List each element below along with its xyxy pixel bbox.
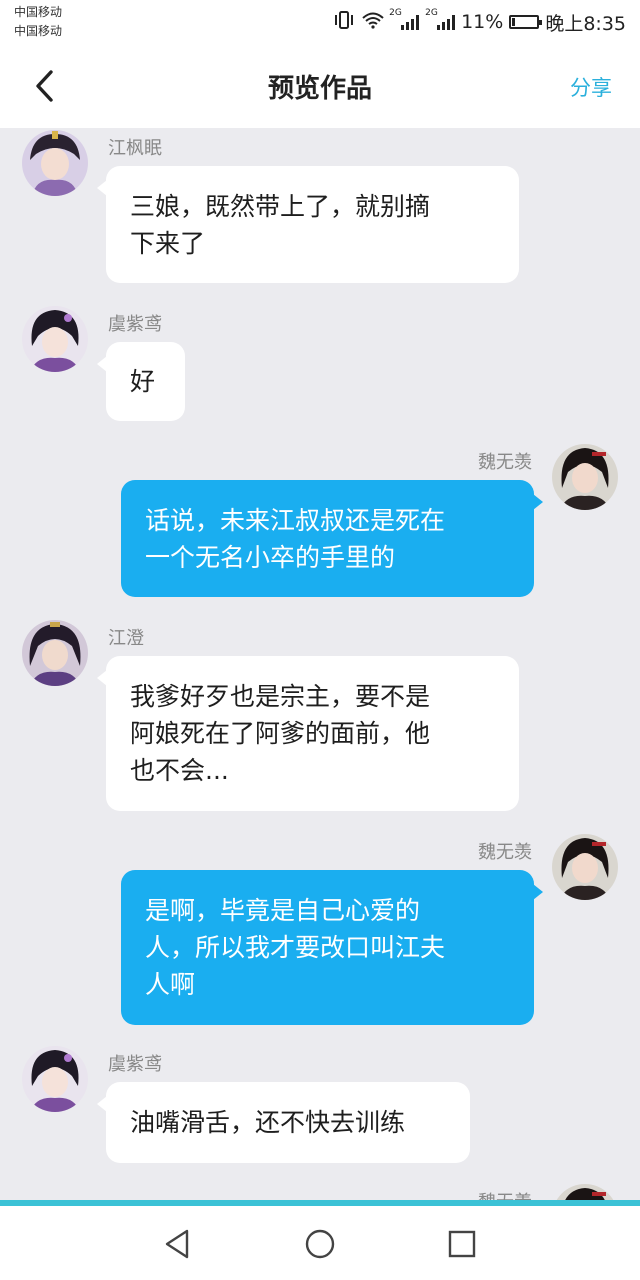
system-nav-bar bbox=[0, 1206, 640, 1280]
circle-home-icon bbox=[305, 1229, 335, 1259]
avatar-yu-ziyuan[interactable] bbox=[22, 306, 88, 372]
sender-name: 虞紫鸢 bbox=[108, 314, 162, 335]
page-title: 预览作品 bbox=[267, 74, 372, 104]
clock: 晚上8:35 bbox=[545, 12, 626, 35]
chat-list[interactable]: 江枫眠 三娘，既然带上了，就别摘 下来了 虞紫鸢 好 魏无羡 话说，未来江叔叔还… bbox=[0, 128, 640, 1200]
nav-recents-button[interactable] bbox=[444, 1226, 480, 1262]
avatar-wei-wuxian[interactable] bbox=[552, 1184, 618, 1200]
message-line: 人，所以我才要改口叫江夫 bbox=[145, 933, 446, 962]
message-line: 三娘，既然带上了，就别摘 bbox=[130, 191, 431, 221]
message-line: 好 bbox=[130, 367, 156, 396]
message-text: 话说，未来江叔叔还是死在 一个无名小卒的手里的 bbox=[145, 502, 445, 576]
nav-home-button[interactable] bbox=[302, 1226, 338, 1262]
battery-fill bbox=[512, 18, 516, 26]
message-text: 三娘，既然带上了，就别摘 下来了 bbox=[130, 188, 430, 262]
message-text: 好 bbox=[130, 363, 155, 400]
message-line: 人啊 bbox=[145, 970, 196, 999]
status-icons: 2G 2G 11% 晚上8:35 bbox=[333, 8, 626, 35]
vibrate-icon bbox=[333, 10, 355, 35]
status-bar: 中国移动 中国移动 2G 2G 11% 晚上8:35 bbox=[0, 0, 640, 46]
wifi-icon bbox=[361, 10, 385, 35]
message-bubble[interactable]: 话说，未来江叔叔还是死在 一个无名小卒的手里的 bbox=[121, 480, 543, 597]
battery-percent: 11% bbox=[461, 11, 504, 33]
nav-back-button[interactable] bbox=[160, 1226, 196, 1262]
message-bubble[interactable]: 是啊，毕竟是自己心爱的 人，所以我才要改口叫江夫 人啊 bbox=[121, 870, 543, 1025]
share-button[interactable]: 分享 bbox=[570, 72, 612, 102]
sender-name: 虞紫鸢 bbox=[108, 1054, 162, 1075]
message-line: 也不会... bbox=[130, 756, 229, 785]
message-bubble[interactable]: 我爹好歹也是宗主，要不是 阿娘死在了阿爹的面前，他 也不会... bbox=[97, 656, 519, 811]
avatar-wei-wuxian[interactable] bbox=[552, 834, 618, 900]
avatar-wei-wuxian[interactable] bbox=[552, 444, 618, 510]
message-line: 是啊，毕竟是自己心爱的 bbox=[145, 896, 421, 925]
carrier-label-1: 中国移动 bbox=[14, 5, 63, 19]
avatar-jiang-cheng[interactable] bbox=[22, 620, 88, 686]
message-line: 一个无名小卒的手里的 bbox=[145, 542, 396, 572]
triangle-back-icon bbox=[165, 1229, 189, 1259]
signal-icon-1: 2G bbox=[389, 8, 420, 30]
message-bubble[interactable]: 油嘴滑舌，还不快去训练 bbox=[97, 1082, 470, 1163]
sender-name: 魏无羡 bbox=[478, 1188, 532, 1200]
signal-icon-2: 2G bbox=[425, 8, 456, 30]
network-type-1: 2G bbox=[389, 8, 402, 18]
battery-icon bbox=[509, 15, 543, 29]
avatar-jiang-fengmian[interactable] bbox=[22, 130, 88, 196]
header-bar: 预览作品 分享 bbox=[0, 46, 640, 128]
message-bubble[interactable]: 三娘，既然带上了，就别摘 下来了 bbox=[97, 166, 519, 283]
carrier-label-2: 中国移动 bbox=[14, 24, 63, 38]
message-text: 油嘴滑舌，还不快去训练 bbox=[130, 1104, 405, 1141]
sender-name: 魏无羡 bbox=[478, 842, 532, 863]
avatar-yu-ziyuan[interactable] bbox=[22, 1046, 88, 1112]
message-line: 话说，未来江叔叔还是死在 bbox=[145, 505, 446, 535]
sender-name: 江枫眠 bbox=[108, 138, 162, 159]
sender-name: 江澄 bbox=[108, 628, 144, 649]
message-line: 油嘴滑舌，还不快去训练 bbox=[130, 1108, 406, 1137]
message-line: 我爹好歹也是宗主，要不是 bbox=[130, 682, 431, 711]
message-line: 阿娘死在了阿爹的面前，他 bbox=[130, 719, 431, 748]
message-line: 下来了 bbox=[130, 228, 206, 258]
message-text: 我爹好歹也是宗主，要不是 阿娘死在了阿爹的面前，他 也不会... bbox=[130, 678, 430, 789]
network-type-2: 2G bbox=[425, 8, 438, 18]
message-text: 是啊，毕竟是自己心爱的 人，所以我才要改口叫江夫 人啊 bbox=[145, 892, 445, 1003]
square-recents-icon bbox=[448, 1230, 476, 1258]
sender-name: 魏无羡 bbox=[478, 452, 532, 473]
message-bubble[interactable]: 好 bbox=[97, 342, 185, 421]
